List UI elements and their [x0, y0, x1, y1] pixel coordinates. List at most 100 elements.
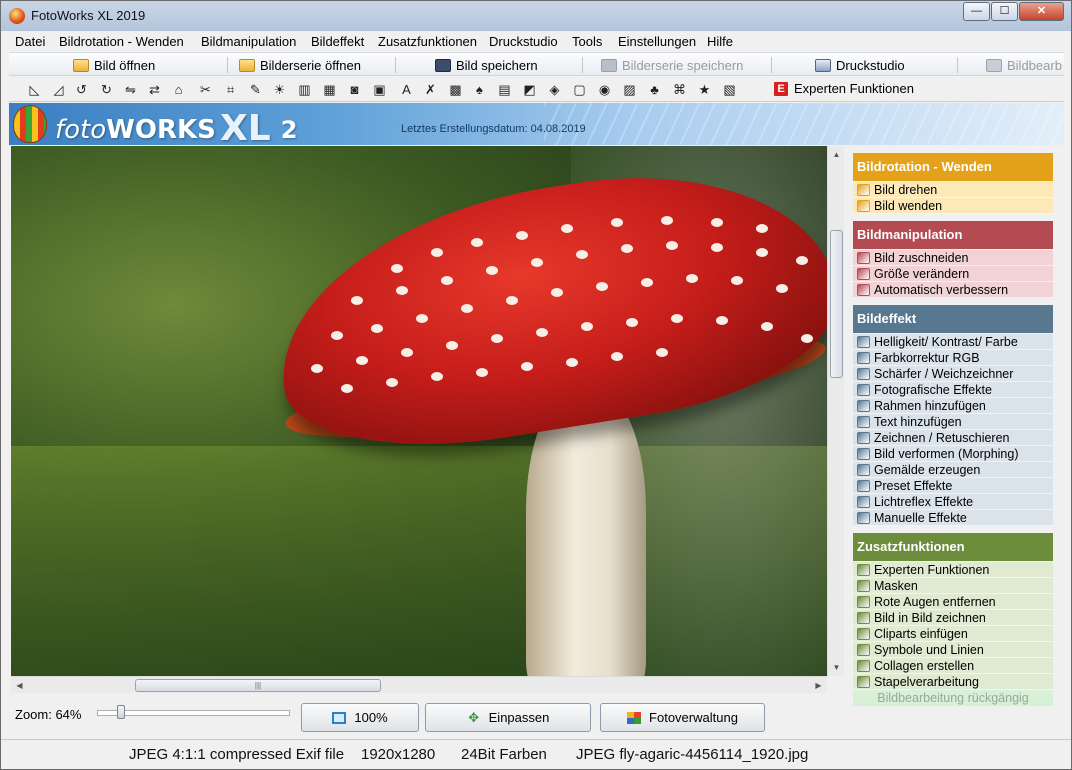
photo-manager-button[interactable]: Fotoverwaltung — [600, 703, 765, 732]
zoom-100-button[interactable]: 100% — [301, 703, 419, 732]
section-header[interactable]: Bildeffekt — [853, 305, 1053, 333]
sidebar-item[interactable]: Text hinzufügen — [853, 414, 1053, 430]
menu-bildmanipulation[interactable]: Bildmanipulation — [201, 34, 296, 49]
flip-icon[interactable]: ⇋ — [122, 81, 139, 98]
sidebar-item[interactable]: Schärfer / Weichzeichner — [853, 366, 1053, 382]
text-icon[interactable]: A — [398, 81, 415, 98]
menu-tools[interactable]: Tools — [572, 34, 602, 49]
close-button[interactable]: ✕ — [1019, 2, 1064, 21]
scroll-up-icon[interactable]: ▲ — [828, 146, 845, 163]
section-header[interactable]: Bildmanipulation — [853, 221, 1053, 249]
perspective-icon[interactable]: ⌂ — [170, 81, 187, 98]
sidebar-item[interactable]: Fotografische Effekte — [853, 382, 1053, 398]
picture-in-picture-icon[interactable]: ▨ — [621, 81, 638, 98]
zoom-slider-knob[interactable] — [117, 705, 125, 719]
sidebar-item[interactable]: Automatisch verbessern — [853, 282, 1053, 298]
collage-icon[interactable]: ★ — [696, 81, 713, 98]
menu-bildeffekt[interactable]: Bildeffekt — [311, 34, 364, 49]
paint-icon[interactable]: ♠ — [471, 81, 488, 98]
sidebar-item[interactable]: Masken — [853, 578, 1053, 594]
open-image-button[interactable]: Bild öffnen — [73, 55, 155, 75]
preset-icon[interactable]: ▤ — [496, 81, 513, 98]
menu-druckstudio[interactable]: Druckstudio — [489, 34, 558, 49]
section-header[interactable]: Bildrotation - Wenden — [853, 153, 1053, 181]
vertical-scrollbar[interactable]: ▲ ▼ — [827, 146, 844, 676]
open-series-button[interactable]: Bilderserie öffnen — [239, 55, 361, 75]
sidebar-item[interactable]: Lichtreflex Effekte — [853, 494, 1053, 510]
mushroom-spot — [756, 224, 768, 233]
sidebar-item[interactable]: Cliparts einfügen — [853, 626, 1053, 642]
scissors-icon[interactable]: ✂ — [197, 81, 214, 98]
sidebar-item[interactable]: Preset Effekte — [853, 478, 1053, 494]
sidebar-item[interactable]: Größe verändern — [853, 266, 1053, 282]
sidebar-item[interactable]: Bild zuschneiden — [853, 250, 1053, 266]
symbols-icon[interactable]: ⌘ — [671, 81, 688, 98]
clipart-icon — [857, 627, 870, 640]
image-canvas[interactable] — [11, 146, 827, 676]
rotate-left-icon[interactable]: ◺ — [26, 81, 43, 98]
sidebar-item[interactable]: Rote Augen entfernen — [853, 594, 1053, 610]
sharpen-icon[interactable]: ▦ — [321, 81, 338, 98]
morph-icon[interactable]: ▩ — [447, 81, 464, 98]
frame-icon — [857, 399, 870, 412]
lens-flare-icon[interactable]: ◩ — [521, 81, 538, 98]
save-image-button[interactable]: Bild speichern — [435, 55, 538, 75]
red-eye-icon[interactable]: ◉ — [596, 81, 613, 98]
menu-datei[interactable]: Datei — [15, 34, 45, 49]
menu-einstellungen[interactable]: Einstellungen — [618, 34, 696, 49]
brand-banner: fotoWORKS XL 2 Letztes Erstellungsdatum: … — [9, 103, 1064, 145]
sidebar-item[interactable]: Bild wenden — [853, 198, 1053, 214]
horizontal-scroll-thumb[interactable]: ||| — [135, 679, 381, 692]
sidebar-item[interactable]: Symbole und Linien — [853, 642, 1053, 658]
horizontal-scrollbar[interactable]: ◀ ||| ▶ — [11, 676, 827, 693]
scroll-left-icon[interactable]: ◀ — [11, 677, 28, 694]
rotate-right-icon[interactable]: ◿ — [50, 81, 67, 98]
sidebar-item[interactable]: Zeichnen / Retuschieren — [853, 430, 1053, 446]
photo-effect-icon[interactable]: ◙ — [346, 81, 363, 98]
undo-button[interactable]: Bildbearbeitung rückgängig — [853, 690, 1053, 706]
crop-icon[interactable]: ⌗ — [222, 81, 239, 98]
sidebar-item[interactable]: Stapelverarbeitung — [853, 674, 1053, 690]
edit-button[interactable]: Bildbearb — [986, 55, 1062, 75]
print-studio-button[interactable]: Druckstudio — [815, 55, 905, 75]
menu-zusatzfunktionen[interactable]: Zusatzfunktionen — [378, 34, 477, 49]
sidebar-item-label: Schärfer / Weichzeichner — [874, 366, 1014, 381]
menu-hilfe[interactable]: Hilfe — [707, 34, 733, 49]
sidebar-item[interactable]: Collagen erstellen — [853, 658, 1053, 674]
sidebar-item[interactable]: Farbkorrektur RGB — [853, 350, 1053, 366]
floppy-disk-icon — [601, 58, 617, 72]
retouch-icon[interactable]: ✗ — [422, 81, 439, 98]
sidebar-item[interactable]: Manuelle Effekte — [853, 510, 1053, 526]
mirror-icon[interactable]: ⇄ — [146, 81, 163, 98]
minimize-button[interactable]: — — [963, 2, 990, 21]
rotate-cw-icon[interactable]: ↻ — [98, 81, 115, 98]
sidebar-item[interactable]: Bild verformen (Morphing) — [853, 446, 1053, 462]
frame-icon[interactable]: ▣ — [371, 81, 388, 98]
sidebar-item[interactable]: Helligkeit/ Kontrast/ Farbe — [853, 334, 1053, 350]
rotate-ccw-icon[interactable]: ↺ — [73, 81, 90, 98]
status-format: JPEG 4:1:1 compressed Exif file — [129, 746, 345, 763]
auto-enhance-icon[interactable]: ✎ — [247, 81, 264, 98]
mask-icon[interactable]: ▢ — [571, 81, 588, 98]
sidebar-item[interactable]: Rahmen hinzufügen — [853, 398, 1053, 414]
sidebar-item-label: Cliparts einfügen — [874, 626, 968, 641]
batch-icon[interactable]: ▧ — [721, 81, 738, 98]
scroll-right-icon[interactable]: ▶ — [810, 677, 827, 694]
scroll-down-icon[interactable]: ▼ — [828, 659, 845, 676]
manual-effect-icon[interactable]: ◈ — [546, 81, 563, 98]
clipart-icon[interactable]: ♣ — [646, 81, 663, 98]
menu-bildrotation[interactable]: Bildrotation - Wenden — [59, 34, 184, 49]
sidebar-item[interactable]: Bild drehen — [853, 182, 1053, 198]
rgb-icon[interactable]: ▥ — [296, 81, 313, 98]
expert-functions-button[interactable]: E Experten Funktionen — [774, 81, 914, 96]
maximize-button[interactable]: ☐ — [991, 2, 1018, 21]
zoom-slider[interactable] — [97, 705, 290, 721]
sidebar-item[interactable]: Experten Funktionen — [853, 562, 1053, 578]
section-header[interactable]: Zusatzfunktionen — [853, 533, 1053, 561]
brightness-icon[interactable]: ☀ — [271, 81, 288, 98]
sidebar-item[interactable]: Gemälde erzeugen — [853, 462, 1053, 478]
fit-button[interactable]: ✥ Einpassen — [425, 703, 591, 732]
vertical-scroll-thumb[interactable] — [830, 230, 843, 378]
sidebar-item[interactable]: Bild in Bild zeichnen — [853, 610, 1053, 626]
save-series-button[interactable]: Bilderserie speichern — [601, 55, 743, 75]
